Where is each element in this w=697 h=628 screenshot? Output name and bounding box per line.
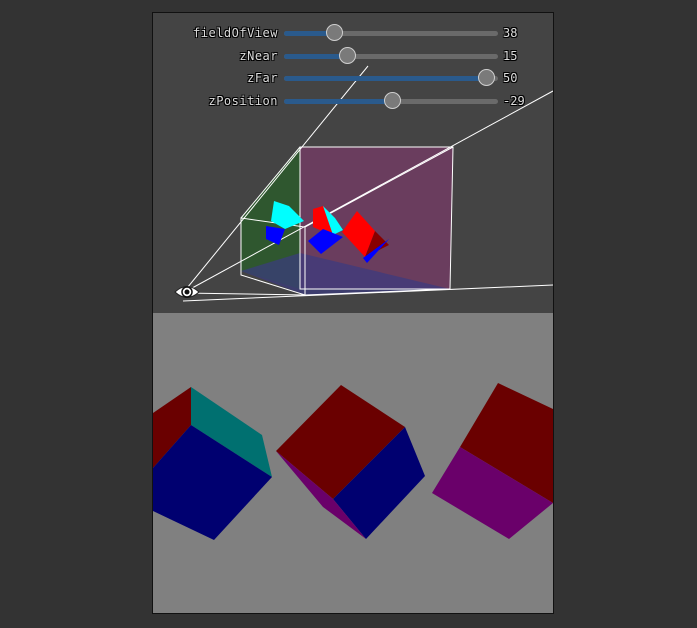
fieldofview-slider[interactable] bbox=[284, 24, 498, 41]
camera-render-view bbox=[153, 313, 553, 613]
viewport-frame: fieldOfView 38 zNear 15 zFar 50 zPositio… bbox=[152, 12, 554, 614]
znear-control: zNear 15 bbox=[153, 46, 553, 66]
zfar-slider[interactable] bbox=[284, 69, 498, 86]
znear-slider[interactable] bbox=[284, 47, 498, 64]
zfar-label: zFar bbox=[247, 71, 278, 85]
zfar-slider-thumb[interactable] bbox=[478, 69, 496, 86]
zposition-label: zPosition bbox=[208, 94, 278, 108]
zposition-value: -29 bbox=[503, 94, 525, 108]
fieldofview-label: fieldOfView bbox=[193, 26, 278, 40]
zposition-control: zPosition -29 bbox=[153, 91, 553, 111]
zposition-slider-thumb[interactable] bbox=[384, 92, 402, 109]
zfar-slider-fill bbox=[284, 76, 488, 81]
fieldofview-value: 38 bbox=[503, 26, 518, 40]
znear-value: 15 bbox=[503, 49, 518, 63]
zfar-control: zFar 50 bbox=[153, 68, 553, 88]
znear-slider-thumb[interactable] bbox=[339, 47, 357, 64]
zposition-slider[interactable] bbox=[284, 92, 498, 109]
zfar-value: 50 bbox=[503, 71, 518, 85]
znear-label: zNear bbox=[239, 49, 278, 63]
zposition-slider-fill bbox=[284, 99, 394, 104]
fieldofview-slider-thumb[interactable] bbox=[326, 24, 344, 41]
fieldofview-control: fieldOfView 38 bbox=[153, 23, 553, 43]
